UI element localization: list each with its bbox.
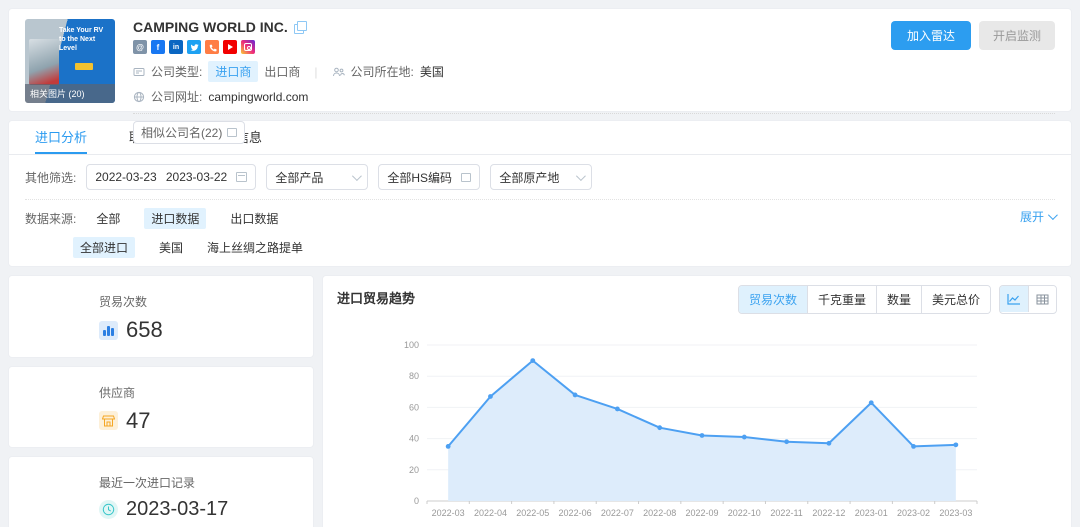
stat-value: 2023-03-17 [126,498,228,521]
company-thumbnail[interactable]: Take Your RV to the Next Level 相关图片 (20) [25,19,115,103]
stat-value: 47 [126,408,150,434]
view-toggle-group [999,285,1057,314]
popup-icon [461,173,471,182]
metric-quantity-button[interactable]: 数量 [876,286,921,313]
thumbnail-caption: 相关图片 (20) [25,84,115,103]
svg-text:2022-10: 2022-10 [728,508,761,518]
sub-source-all-import[interactable]: 全部进口 [73,237,135,258]
stat-label: 贸易次数 [99,293,313,310]
tab-import-analysis[interactable]: 进口分析 [35,121,87,154]
clock-icon [99,500,118,519]
stat-card-trade-count: 贸易次数 658 [8,275,314,358]
company-header-card: Take Your RV to the Next Level 相关图片 (20)… [8,8,1072,112]
youtube-icon[interactable] [223,40,237,54]
line-chart-icon [1007,293,1021,305]
svg-text:2022-04: 2022-04 [474,508,507,518]
sub-source-usa[interactable]: 美国 [159,239,183,256]
svg-text:2022-08: 2022-08 [643,508,676,518]
svg-text:40: 40 [409,434,419,444]
stat-label: 供应商 [99,384,313,401]
stat-card-suppliers: 供应商 47 [8,366,314,449]
line-chart-toggle[interactable] [1000,286,1028,312]
date-end: 2023-03-22 [166,170,227,184]
svg-text:100: 100 [404,340,419,350]
date-range-picker[interactable]: 2022-03-23 2023-03-22 [86,164,256,190]
svg-text:2022-07: 2022-07 [601,508,634,518]
stat-column: 贸易次数 658 供应商 47 最近一次进口记录 [8,275,314,527]
bar-chart-icon [99,321,118,340]
phone-icon[interactable] [205,40,219,54]
facebook-icon[interactable]: f [151,40,165,54]
metric-kg-weight-button[interactable]: 千克重量 [807,286,876,313]
metric-trade-count-button[interactable]: 贸易次数 [739,286,807,313]
hs-code-select[interactable]: 全部HS编码 [378,164,480,190]
similar-companies-label: 相似公司名(22) [141,124,222,141]
company-type-importer-tag[interactable]: 进口商 [208,61,258,82]
chevron-down-icon [1048,210,1058,220]
svg-text:60: 60 [409,402,419,412]
twitter-icon[interactable] [187,40,201,54]
table-icon [1036,294,1049,305]
add-radar-button[interactable]: 加入雷达 [891,21,971,50]
svg-text:80: 80 [409,371,419,381]
data-source-import[interactable]: 进口数据 [144,208,206,229]
thumbnail-promo-button [75,63,93,70]
import-trend-line-chart[interactable]: 0 20 40 60 80 100 2022-03 2022-04 2022-05 2022-06… [347,333,1047,527]
svg-text:2023-01: 2023-01 [855,508,888,518]
svg-text:2023-02: 2023-02 [897,508,930,518]
product-select[interactable]: 全部产品 [266,164,368,190]
location-icon [332,66,345,78]
data-source-label: 数据来源: [25,210,76,227]
svg-text:2022-05: 2022-05 [516,508,549,518]
dotted-separator [133,113,1055,114]
svg-text:20: 20 [409,465,419,475]
sub-source-silk-road[interactable]: 海上丝绸之路提单 [207,239,303,256]
calendar-icon [236,172,247,182]
svg-text:2022-06: 2022-06 [559,508,592,518]
svg-text:2022-12: 2022-12 [812,508,845,518]
instagram-icon[interactable] [241,40,255,54]
svg-text:2022-09: 2022-09 [685,508,718,518]
thumbnail-photo [29,39,59,85]
other-filters-label: 其他筛选: [25,169,76,186]
svg-text:2022-11: 2022-11 [770,508,802,518]
stat-value: 658 [126,317,163,343]
store-icon [99,411,118,430]
date-start: 2022-03-23 [95,170,156,184]
metric-button-group: 贸易次数 千克重量 数量 美元总价 [738,285,991,314]
table-view-toggle[interactable] [1028,286,1056,312]
stat-card-last-import: 最近一次进口记录 2023-03-17 [8,456,314,527]
stat-label: 最近一次进口记录 [99,474,313,491]
chevron-down-icon [576,171,586,181]
copy-icon[interactable] [294,21,306,33]
company-type-label: 公司类型: [151,63,202,80]
data-source-all[interactable]: 全部 [96,210,120,227]
svg-text:2022-03: 2022-03 [432,508,465,518]
trend-chart-panel: 进口贸易趋势 贸易次数 千克重量 数量 美元总价 020406080100202… [322,275,1072,527]
website-icon[interactable]: @ [133,40,147,54]
popup-icon [227,128,237,137]
website-url[interactable]: campingworld.com [208,90,308,104]
company-type-icon [133,66,145,78]
origin-select[interactable]: 全部原产地 [490,164,592,190]
data-source-row: 数据来源: 全部 进口数据 出口数据 展开 [9,200,1071,229]
company-type-exporter-tag[interactable]: 出口商 [264,63,300,80]
data-source-sub-row: 全部进口 美国 海上丝绸之路提单 [9,229,1071,258]
start-monitor-button[interactable]: 开启监测 [979,21,1055,50]
thumbnail-promo-text: Take Your RV to the Next Level [59,27,111,53]
svg-text:0: 0 [414,496,419,506]
globe-icon [133,91,145,103]
linkedin-icon[interactable]: in [169,40,183,54]
metric-usd-total-button[interactable]: 美元总价 [921,286,990,313]
similar-companies-select[interactable]: 相似公司名(22) [133,121,245,144]
divider: | [314,65,317,79]
location-label: 公司所在地: [351,63,414,80]
website-label: 公司网址: [151,88,202,105]
chevron-down-icon [352,171,362,181]
data-source-export[interactable]: 出口数据 [230,210,278,227]
location-value: 美国 [420,63,444,80]
expand-link[interactable]: 展开 [1020,208,1055,225]
svg-text:2023-03: 2023-03 [939,508,972,518]
